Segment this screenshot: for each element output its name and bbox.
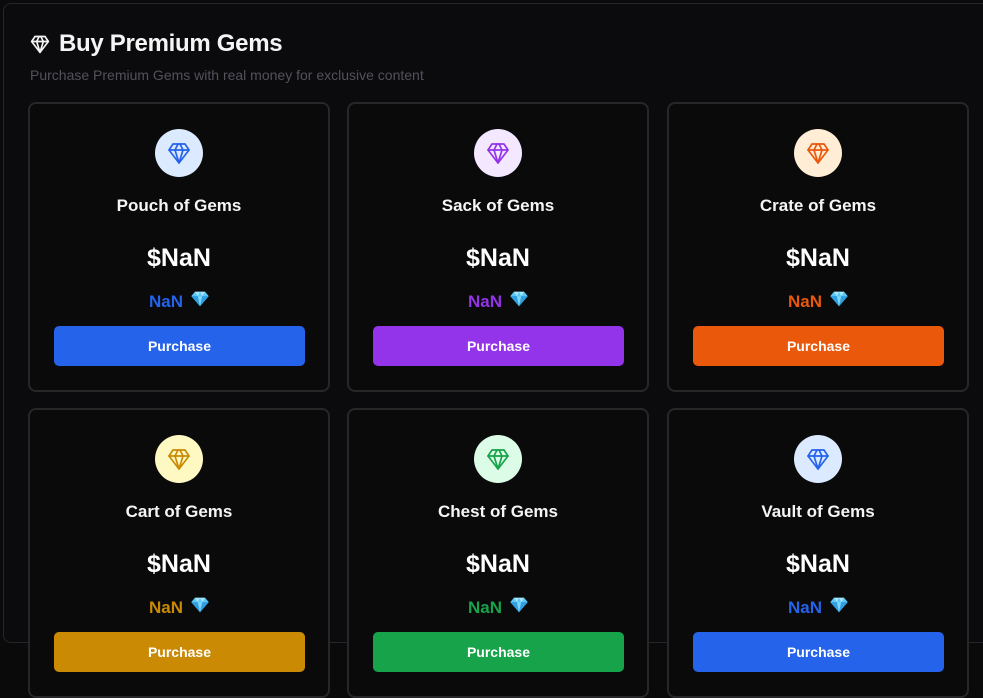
gem-stone-emoji	[510, 291, 528, 312]
gem-icon-badge	[794, 129, 842, 177]
gem-amount-row: NaN	[669, 597, 967, 618]
purchase-button[interactable]: Purchase	[373, 326, 624, 366]
pack-price: $NaN	[466, 244, 530, 272]
pack-name: Chest of Gems	[438, 502, 558, 521]
gem-icon-badge	[474, 129, 522, 177]
page-subtitle: Purchase Premium Gems with real money fo…	[30, 67, 424, 83]
purchase-button[interactable]: Purchase	[373, 632, 624, 672]
pack-price: $NaN	[147, 244, 211, 272]
gem-icon-badge	[794, 435, 842, 483]
pack-name: Pouch of Gems	[116, 196, 242, 215]
gem-stone-emoji	[191, 597, 209, 618]
pack-name: Cart of Gems	[125, 502, 233, 521]
gem-amount: NaN	[467, 291, 502, 311]
gem-amount: NaN	[787, 597, 822, 617]
gem-icon	[30, 34, 50, 54]
gem-stone-emoji	[830, 597, 848, 618]
gem-icon	[487, 143, 509, 164]
pack-price: $NaN	[786, 244, 850, 272]
gem-amount-row: NaN	[349, 291, 647, 312]
purchase-button[interactable]: Purchase	[693, 632, 944, 672]
title-row: Buy Premium Gems	[30, 30, 424, 58]
gem-amount-row: NaN	[30, 597, 328, 618]
gem-pack-card: Chest of Gems $NaN NaN Purchase	[347, 408, 649, 698]
gem-icon	[807, 449, 829, 470]
gem-icon	[487, 449, 509, 470]
gem-amount-row: NaN	[30, 291, 328, 312]
pack-name: Vault of Gems	[761, 502, 875, 521]
panel-header: Buy Premium Gems Purchase Premium Gems w…	[30, 30, 424, 83]
purchase-button[interactable]: Purchase	[54, 326, 305, 366]
gem-amount: NaN	[148, 597, 183, 617]
gem-pack-card: Sack of Gems $NaN NaN Purchase	[347, 102, 649, 392]
purchase-button[interactable]: Purchase	[693, 326, 944, 366]
gem-stone-emoji	[830, 291, 848, 312]
pack-name: Crate of Gems	[759, 196, 877, 215]
gem-icon	[168, 449, 190, 470]
pack-name: Sack of Gems	[441, 196, 555, 215]
gem-stone-emoji	[510, 597, 528, 618]
gem-pack-card: Vault of Gems $NaN NaN Purchase	[667, 408, 969, 698]
page-title: Buy Premium Gems	[59, 30, 283, 57]
gem-pack-card: Crate of Gems $NaN NaN Purchase	[667, 102, 969, 392]
pack-price: $NaN	[147, 550, 211, 578]
gem-pack-card: Pouch of Gems $NaN NaN Purchase	[28, 102, 330, 392]
pack-price: $NaN	[786, 550, 850, 578]
gem-amount-row: NaN	[349, 597, 647, 618]
gem-icon-badge	[474, 435, 522, 483]
gem-amount: NaN	[148, 291, 183, 311]
gem-pack-card: Cart of Gems $NaN NaN Purchase	[28, 408, 330, 698]
gem-icon-badge	[155, 129, 203, 177]
gem-amount: NaN	[467, 597, 502, 617]
pack-price: $NaN	[466, 550, 530, 578]
gem-amount-row: NaN	[669, 291, 967, 312]
gem-icon-badge	[155, 435, 203, 483]
gem-icon	[807, 143, 829, 164]
gem-stone-emoji	[191, 291, 209, 312]
gem-icon	[168, 143, 190, 164]
gem-amount: NaN	[787, 291, 822, 311]
purchase-button[interactable]: Purchase	[54, 632, 305, 672]
